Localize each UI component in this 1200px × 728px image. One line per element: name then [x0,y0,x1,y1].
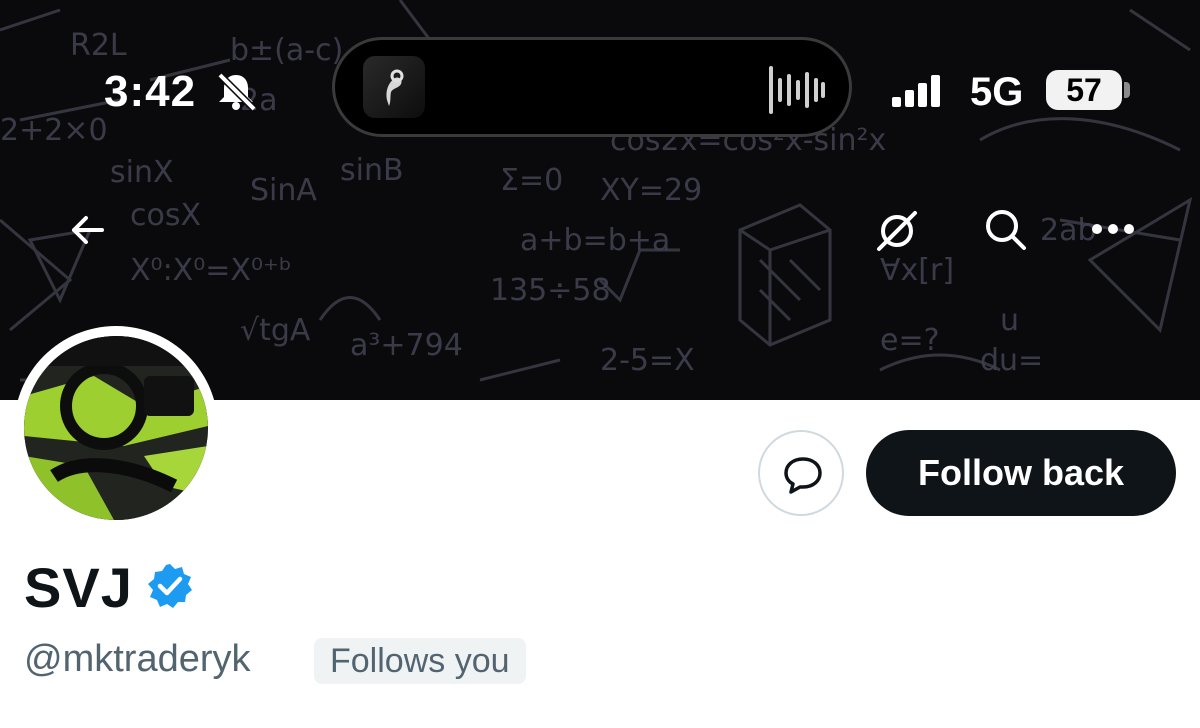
svg-text:b±(a-c): b±(a-c) [230,33,343,68]
battery-level: 57 [1046,70,1122,110]
svg-text:SinA: SinA [250,173,317,208]
svg-text:u: u [1000,303,1019,338]
bell-slash-icon [217,72,257,111]
svg-text:XY=29: XY=29 [600,173,702,208]
svg-text:sinX: sinX [110,155,174,190]
svg-text:X⁰:X⁰=X⁰⁺ᵇ: X⁰:X⁰=X⁰⁺ᵇ [130,253,292,288]
arrow-left-icon[interactable] [68,210,108,250]
svg-text:135÷58: 135÷58 [490,273,611,308]
svg-text:Σ=0: Σ=0 [500,163,563,198]
grok-icon[interactable] [874,208,920,254]
network-type: 5G [970,70,1024,114]
svg-text:sinB: sinB [340,153,404,188]
svg-text:e=?: e=? [880,323,940,358]
cellular-signal-icon [892,75,940,107]
svg-text:2ab: 2ab [1040,213,1097,248]
user-handle: @mktraderyk [24,638,251,680]
battery-nub [1124,82,1130,98]
audio-waveform-icon [769,66,825,114]
follow-back-button[interactable]: Follow back [866,430,1176,516]
svg-text:R2L: R2L [70,28,127,63]
svg-text:2-5=X: 2-5=X [600,343,695,378]
display-name: SVJ [24,556,133,619]
dynamic-island[interactable] [332,37,852,137]
svg-text:a+b=b+a: a+b=b+a [520,223,670,258]
more-icon[interactable] [1090,222,1136,236]
svg-text:√tgA: √tgA [240,313,311,348]
status-time: 3:42 [104,67,197,116]
svg-text:a³+794: a³+794 [350,328,463,363]
follows-you-badge: Follows you [314,638,526,684]
svg-text:∀x[r]: ∀x[r] [880,253,954,288]
avatar[interactable] [24,336,208,520]
svg-text:cosX: cosX [130,198,201,233]
svg-text:2+2×0: 2+2×0 [0,113,108,148]
now-playing-thumbnail [363,56,425,118]
svg-text:du=: du= [980,343,1043,378]
message-button[interactable] [758,430,844,516]
verified-badge-icon [148,564,192,608]
profile-banner[interactable]: sinX cosX SinA sinB X⁰:X⁰=X⁰⁺ᵇ √tgA a³+7… [0,0,1200,400]
message-icon [784,457,822,494]
search-icon[interactable] [982,206,1028,252]
